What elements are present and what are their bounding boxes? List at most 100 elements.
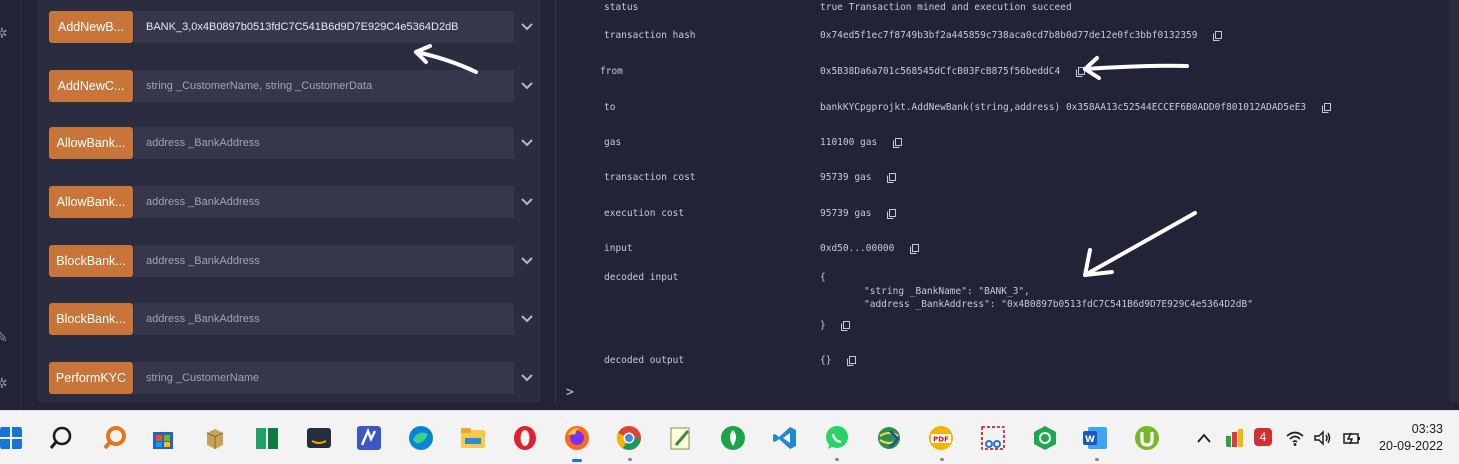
status-label: status [604, 2, 639, 13]
function-args-input[interactable]: string _CustomerName [134, 362, 514, 394]
battery-icon[interactable] [1342, 429, 1362, 447]
copy-icon[interactable] [841, 320, 851, 331]
running-indicator [1095, 458, 1099, 461]
svg-text:PDF: PDF [933, 436, 949, 444]
edge-icon[interactable] [408, 425, 434, 451]
utorrent-icon[interactable] [1134, 425, 1160, 451]
icon-rail: ✲ ✎ ✲ [0, 0, 21, 410]
copy-icon[interactable] [887, 172, 897, 183]
copy-icon[interactable] [1321, 102, 1331, 113]
snipping-app-icon[interactable] [980, 425, 1006, 451]
gear-icon[interactable]: ✲ [0, 26, 10, 40]
function-row: AddNewB... BANK_3,0x4B0897b0513fdC7C541B… [49, 11, 542, 43]
word-icon[interactable]: W [1082, 425, 1108, 451]
function-button[interactable]: AddNewB... [49, 11, 133, 43]
firefox-icon[interactable] [564, 425, 590, 451]
copy-icon[interactable] [887, 208, 897, 219]
green-blocks-app-icon[interactable] [254, 425, 280, 451]
decoded-open-brace: { [820, 272, 826, 283]
decoded-output-row: {} [820, 355, 857, 366]
chevron-down-icon[interactable] [519, 19, 535, 35]
function-button[interactable]: AddNewC... [49, 70, 133, 102]
gas-label: gas [604, 137, 622, 148]
running-indicator [835, 458, 839, 461]
function-button[interactable]: AllowBank... [49, 127, 133, 159]
annotation-arrow [414, 44, 478, 74]
hexagon-app-icon[interactable] [1032, 425, 1058, 451]
opera-icon[interactable] [512, 425, 538, 451]
chevron-down-icon[interactable] [519, 370, 535, 386]
function-args-input[interactable]: BANK_3,0x4B0897b0513fdC7C541B6d9D7E929C4… [134, 11, 514, 43]
file-explorer-icon[interactable] [460, 425, 486, 451]
chevron-down-icon[interactable] [519, 194, 535, 210]
function-args-input[interactable]: address _BankAddress [134, 303, 514, 335]
terminal-prompt[interactable]: > [566, 385, 574, 400]
execution-cost-value: 95739 gas [820, 208, 872, 219]
function-row: BlockBank... address _BankAddress [49, 303, 542, 335]
function-row: AllowBank... address _BankAddress [49, 127, 542, 159]
pdf-app-icon[interactable]: PDF [928, 425, 954, 451]
gas-row: 110100 gas [820, 137, 902, 148]
editor-app-icon[interactable] [356, 425, 382, 451]
function-args-input[interactable]: address _BankAddress [134, 186, 514, 218]
decoded-close-row: } [820, 320, 851, 331]
function-args-input[interactable]: address _BankAddress [134, 245, 514, 277]
search-icon[interactable] [48, 425, 74, 451]
windows-taskbar: PDF W 4 03:33 20-09-2022 [0, 410, 1459, 464]
wifi-icon[interactable] [1285, 429, 1305, 447]
decoded-output-label: decoded output [604, 355, 685, 366]
from-row: 0x5B38Da6a701c568545dCfcB03FcB875f56bedd… [820, 66, 1085, 77]
system-clock[interactable]: 03:33 20-09-2022 [1379, 421, 1443, 455]
transaction-cost-value: 95739 gas [820, 172, 872, 183]
to-label: to [604, 102, 616, 113]
chevron-down-icon[interactable] [519, 135, 535, 151]
chevron-down-icon[interactable] [519, 253, 535, 269]
windows-start-icon[interactable] [0, 425, 22, 451]
settings-icon[interactable]: ✲ [0, 376, 10, 390]
amazon-app-icon[interactable] [306, 425, 332, 451]
notepad-plus-icon[interactable] [668, 425, 694, 451]
globe-app-icon[interactable] [876, 425, 902, 451]
annotation-arrow [1083, 211, 1197, 277]
chevron-up-icon[interactable] [1196, 431, 1212, 445]
chrome-icon[interactable] [616, 425, 642, 451]
store-icon[interactable] [150, 425, 176, 451]
stats-tray-icon[interactable] [1225, 428, 1245, 448]
copy-icon[interactable] [892, 137, 902, 148]
transaction-cost-label: transaction cost [604, 172, 696, 183]
copy-icon[interactable] [910, 243, 920, 254]
svg-text:W: W [1085, 435, 1095, 445]
package-app-icon[interactable] [202, 425, 228, 451]
function-args-input[interactable]: address _BankAddress [134, 127, 514, 159]
function-button[interactable]: PerformKYC [49, 362, 133, 394]
annotation-arrow [1083, 56, 1189, 80]
from-value: 0x5B38Da6a701c568545dCfcB03FcB875f56bedd… [820, 66, 1061, 77]
magnifier-app-icon[interactable] [102, 425, 128, 451]
whatsapp-icon[interactable] [824, 425, 850, 451]
copy-icon[interactable] [1213, 30, 1223, 41]
tx-hash-value: 0x74ed5f1ec7f8749b3bf2a445859c738aca0cd7… [820, 30, 1198, 41]
plugin-icon[interactable]: ✎ [0, 330, 10, 344]
chevron-down-icon[interactable] [519, 78, 535, 94]
scrollbar[interactable] [1449, 0, 1459, 402]
status-value: true Transaction mined and execution suc… [820, 2, 1072, 13]
function-button[interactable]: BlockBank... [49, 245, 133, 277]
decoded-close-brace: } [820, 320, 826, 331]
tx-hash-label: transaction hash [604, 30, 696, 41]
input-row: 0xd50...00000 [820, 243, 920, 254]
green-circle-app-icon[interactable] [720, 425, 746, 451]
decoded-output-value: {} [820, 355, 832, 366]
chevron-down-icon[interactable] [519, 311, 535, 327]
volume-icon[interactable] [1313, 429, 1333, 447]
decoded-bank-name: "string _BankName": "BANK_3", [864, 286, 1030, 297]
to-row: bankKYCpgprojkt.AddNewBank(string,addres… [820, 102, 1331, 113]
clock-time: 03:33 [1411, 422, 1443, 436]
function-row: BlockBank... address _BankAddress [49, 245, 542, 277]
function-button[interactable]: AllowBank... [49, 186, 133, 218]
function-row: AllowBank... address _BankAddress [49, 186, 542, 218]
transaction-cost-row: 95739 gas [820, 172, 897, 183]
vscode-icon[interactable] [772, 425, 798, 451]
notification-badge[interactable]: 4 [1254, 428, 1272, 446]
function-button[interactable]: BlockBank... [49, 303, 133, 335]
copy-icon[interactable] [847, 355, 857, 366]
